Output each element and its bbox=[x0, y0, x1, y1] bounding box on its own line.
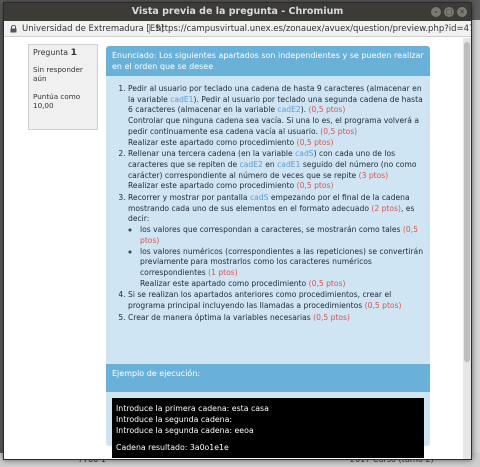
site-identity[interactable]: Universidad de Extremadura [ES] bbox=[22, 21, 164, 36]
task-item: Crear de manera óptima la variables nece… bbox=[128, 313, 424, 324]
task-text: Realizar este apartado como procedimient… bbox=[128, 137, 297, 147]
task-item: Pedir al usuario por teclado una cadena … bbox=[128, 84, 424, 148]
variable-name: cadS bbox=[249, 193, 269, 203]
points-label: (0,5 ptos) bbox=[308, 105, 346, 115]
task-text: Realizar este apartado como procedimient… bbox=[128, 181, 297, 191]
question-info-panel: Pregunta 1 Sin responder aún Puntúa como… bbox=[28, 44, 98, 130]
example-heading: Ejemplo de ejecución: bbox=[106, 364, 430, 392]
points-label: (0,5 ptos) bbox=[320, 126, 358, 136]
lock-icon bbox=[10, 25, 17, 33]
subtask-text: los valores numéricos (correspondientes … bbox=[140, 246, 424, 277]
vertical-scrollbar[interactable] bbox=[463, 38, 471, 459]
address-separator bbox=[149, 24, 150, 34]
variable-name: cadE2 bbox=[277, 105, 301, 115]
task-text: Si se realizan los apartados anteriores … bbox=[128, 290, 392, 311]
variable-name: cadE1 bbox=[277, 159, 301, 169]
task-item: Rellenar una tercera cadena (en la varia… bbox=[128, 149, 424, 192]
task-item: Si se realizan los apartados anteriores … bbox=[128, 290, 424, 311]
question-text-box: Enunciado: Los siguientes apartados son … bbox=[106, 46, 430, 458]
points-label: (0,5 ptos) bbox=[296, 137, 334, 147]
terminal-result: Cadena resultado: 3a0o1e1e bbox=[116, 443, 229, 452]
task-text: en bbox=[262, 159, 278, 169]
variable-name: cadS bbox=[295, 149, 314, 159]
question-score: Puntúa como 10,00 bbox=[33, 92, 81, 110]
scrollbar-thumb[interactable] bbox=[464, 42, 470, 362]
subtask-text: los valores que correspondan a caractere… bbox=[140, 225, 403, 235]
title-bar: Vista previa de la pregunta - Chromium –… bbox=[4, 3, 471, 21]
question-status: Sin responder aún bbox=[33, 65, 83, 83]
close-icon[interactable]: ✕ bbox=[457, 7, 467, 17]
maximize-icon[interactable]: □ bbox=[444, 7, 454, 17]
points-label: (0,5 ptos) bbox=[313, 312, 350, 322]
subtask-list: los valores que correspondan a caractere… bbox=[140, 225, 424, 289]
variable-name: cadE2 bbox=[239, 159, 263, 169]
url-text[interactable]: https://campusvirtual.unex.es/zonauex/av… bbox=[156, 21, 471, 36]
window-title: Vista previa de la pregunta - Chromium bbox=[131, 6, 344, 17]
question-number-value: 1 bbox=[70, 48, 77, 58]
task-text: ). bbox=[300, 105, 309, 115]
terminal-line: Introduce la segunda cadena: eeoa bbox=[116, 426, 254, 435]
task-text: Crear de manera óptima la variables nece… bbox=[128, 312, 314, 322]
variable-name: cadE1 bbox=[170, 94, 194, 104]
task-text: Controlar que ninguna cadena sea vacía. … bbox=[128, 116, 420, 136]
points-label: (1 ptos) bbox=[208, 267, 238, 277]
task-text: Recorrer y mostrar por pantalla bbox=[128, 193, 250, 203]
preview-window: Vista previa de la pregunta - Chromium –… bbox=[3, 2, 472, 460]
page-content: Pregunta 1 Sin responder aún Puntúa como… bbox=[4, 38, 471, 459]
task-text: Rellenar una tercera cadena (en la varia… bbox=[128, 149, 296, 159]
question-number: Pregunta 1 bbox=[33, 48, 93, 58]
example-terminal: Introduce la primera cadena: esta casa I… bbox=[112, 398, 424, 458]
points-label: (3 ptos) bbox=[358, 170, 389, 180]
statement-heading: Enunciado: Los siguientes apartados son … bbox=[106, 46, 430, 76]
address-bar[interactable]: Universidad de Extremadura [ES] https://… bbox=[4, 21, 471, 37]
task-text: Realizar este apartado como procedimient… bbox=[140, 278, 309, 288]
task-item: Recorrer y mostrar por pantalla cadS emp… bbox=[128, 193, 424, 289]
task-list: Pedir al usuario por teclado una cadena … bbox=[128, 84, 424, 323]
points-label: (0,5 ptos) bbox=[308, 278, 346, 288]
question-label: Pregunta bbox=[33, 48, 69, 57]
points-label: (0,5 ptos) bbox=[296, 181, 334, 191]
subtask-item: los valores numéricos (correspondientes … bbox=[140, 247, 424, 290]
points-label: (0,5 ptos) bbox=[364, 301, 402, 311]
terminal-line: Introduce la primera cadena: esta casa bbox=[116, 404, 269, 413]
minimize-icon[interactable]: – bbox=[431, 7, 441, 17]
points-label: (2 ptos) bbox=[371, 203, 401, 213]
subtask-item: los valores que correspondan a caractere… bbox=[140, 225, 424, 246]
terminal-line: Introduce la segunda cadena: bbox=[116, 415, 233, 424]
